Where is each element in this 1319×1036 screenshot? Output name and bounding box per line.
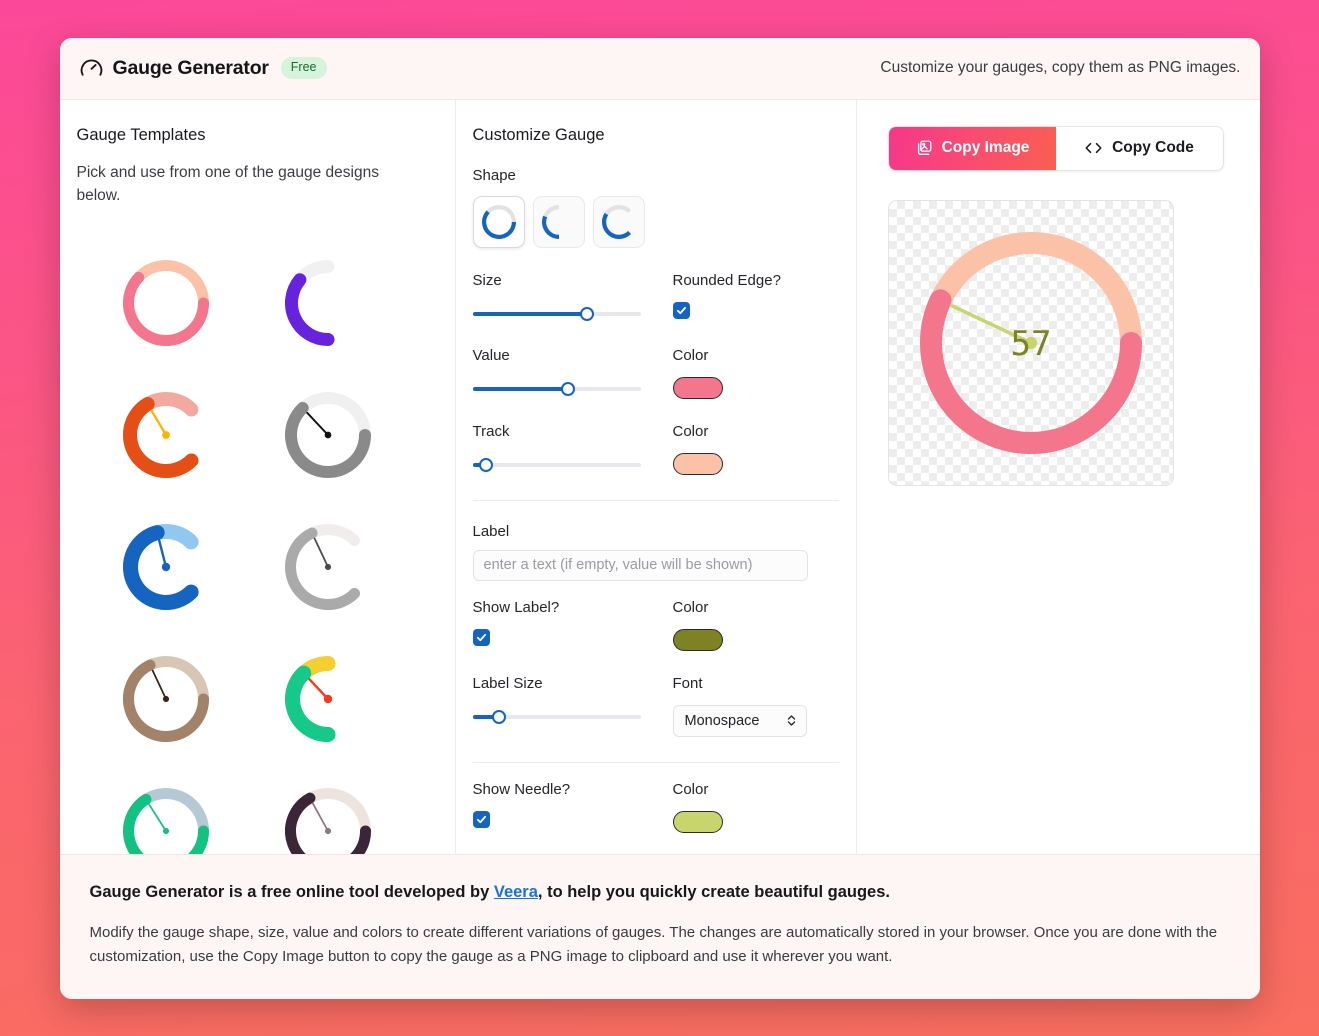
needle-color-label: Color [672, 780, 709, 798]
gauge-preview: 57 [887, 199, 1174, 486]
size-label: Size [472, 271, 502, 289]
track-color-swatch[interactable] [672, 452, 723, 475]
slider-rail [472, 462, 641, 467]
slider-fill [472, 386, 569, 391]
gauge-icon [79, 56, 104, 81]
value-color-label: Color [672, 346, 709, 364]
shape-semi-circle[interactable] [532, 195, 585, 248]
font-select[interactable]: Monospace [672, 704, 807, 737]
label-input[interactable] [472, 549, 808, 581]
size-slider[interactable] [472, 305, 641, 323]
show-label-label: Show Label? [472, 598, 560, 616]
images-icon [915, 139, 933, 157]
rounded-edge-label: Rounded Edge? [672, 271, 781, 289]
divider [472, 761, 839, 763]
slider-knob[interactable] [492, 709, 507, 724]
label-size-slider[interactable] [472, 708, 641, 726]
preview-panel: Copy Image Copy Code 57 [857, 100, 1260, 854]
slider-knob[interactable] [561, 381, 576, 396]
veera-link[interactable]: Veera [494, 883, 538, 901]
template-orange-three-quarter-needle[interactable] [85, 383, 247, 487]
copy-image-label: Copy Image [941, 139, 1030, 156]
label-size-label: Label Size [472, 674, 543, 692]
footer-body: Modify the gauge shape, size, value and … [89, 923, 1218, 965]
copy-image-button[interactable]: Copy Image [888, 126, 1056, 170]
svg-text:57: 57 [1010, 324, 1051, 364]
divider [472, 499, 839, 501]
label-color-label: Color [672, 598, 709, 616]
brand: Gauge Generator Free [79, 56, 327, 81]
chevron-updown-icon [786, 713, 797, 728]
show-label-checkbox[interactable] [472, 628, 490, 646]
template-green-yellow-semi-needle[interactable] [247, 647, 409, 751]
shape-label: Shape [472, 166, 516, 184]
app-footer: Gauge Generator is a free online tool de… [59, 853, 1260, 999]
template-grey-full-ring-needle[interactable] [247, 383, 409, 487]
copy-button-group: Copy Image Copy Code [887, 125, 1224, 171]
slider-knob[interactable] [478, 457, 493, 472]
show-needle-checkbox[interactable] [472, 810, 490, 828]
code-brackets-icon [1084, 140, 1103, 156]
template-blue-three-quarter-needle[interactable] [85, 515, 247, 619]
shape-three-quarter[interactable] [592, 195, 645, 248]
template-grey-three-quarter-needle[interactable] [247, 515, 409, 619]
copy-code-button[interactable]: Copy Code [1055, 126, 1223, 170]
templates-description: Pick and use from one of the gauge desig… [76, 163, 379, 204]
app-card: Gauge Generator Free Customize your gaug… [59, 37, 1260, 999]
track-color-label: Color [672, 422, 709, 440]
value-color-swatch[interactable] [672, 376, 723, 399]
track-label: Track [472, 422, 510, 440]
copy-code-label: Copy Code [1112, 139, 1194, 156]
label-text-label: Label [472, 522, 510, 540]
shape-full-circle[interactable] [472, 195, 525, 248]
needle-color-swatch[interactable] [672, 810, 723, 833]
show-needle-label: Show Needle? [472, 780, 571, 798]
gauge-semi-icon [541, 204, 576, 239]
template-pink-full-ring[interactable] [85, 251, 247, 355]
customize-panel: Customize Gauge Shape Size Rounded Edge? [456, 99, 857, 854]
footer-headline-after: , to help you quickly create beautiful g… [537, 882, 890, 901]
gauge-three-quarter-icon [601, 204, 636, 239]
shape-options [472, 195, 839, 248]
template-purple-semi-arc[interactable] [247, 251, 409, 355]
slider-fill [472, 311, 587, 316]
free-badge: Free [280, 57, 327, 79]
app-title: Gauge Generator [112, 56, 269, 79]
footer-headline-before: Gauge Generator is a free online tool de… [89, 882, 494, 901]
font-label: Font [672, 674, 703, 692]
template-grid [85, 251, 409, 883]
track-slider[interactable] [472, 456, 641, 474]
value-label: Value [472, 346, 510, 364]
customize-title: Customize Gauge [472, 125, 605, 144]
header-tagline: Customize your gauges, copy them as PNG … [880, 59, 1241, 76]
templates-panel: Gauge Templates Pick and use from one of… [60, 99, 456, 874]
rounded-edge-checkbox[interactable] [672, 301, 690, 319]
gauge-full-icon [481, 204, 516, 239]
templates-title: Gauge Templates [76, 125, 206, 144]
app-header: Gauge Generator Free Customize your gaug… [59, 37, 1260, 100]
value-slider[interactable] [472, 380, 641, 398]
app-body: Gauge Templates Pick and use from one of… [60, 99, 1260, 874]
footer-headline: Gauge Generator is a free online tool de… [90, 881, 1230, 904]
slider-knob[interactable] [579, 306, 594, 321]
font-select-value: Monospace [684, 712, 760, 729]
preview-gauge-svg: 57 [919, 231, 1142, 454]
label-color-swatch[interactable] [672, 628, 723, 651]
template-brown-full-ring-needle[interactable] [85, 647, 247, 751]
